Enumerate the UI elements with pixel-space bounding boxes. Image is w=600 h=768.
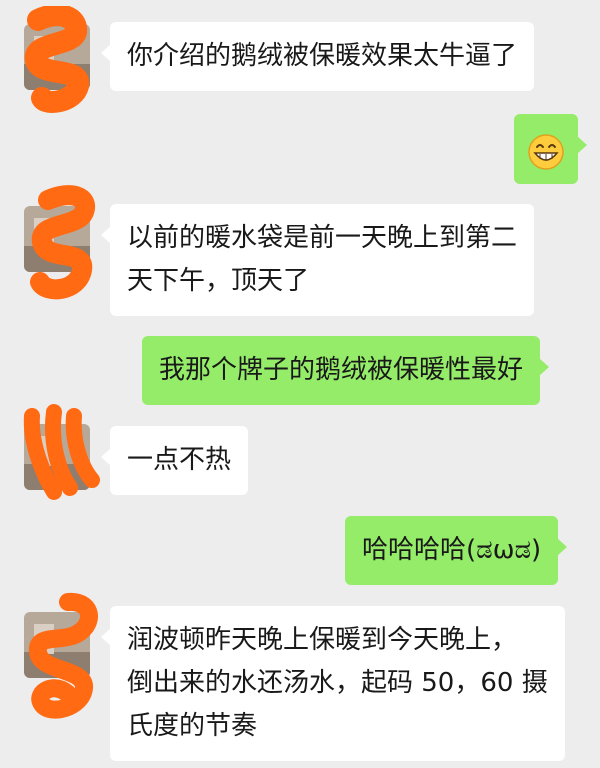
- message-bubble-outgoing[interactable]: [514, 114, 587, 184]
- message-text: 天下午，顶天了: [127, 266, 310, 296]
- message-text: 以前的暖水袋是前一天晚上到第二: [127, 223, 518, 253]
- message-text: 你介绍的鹅绒被保暖效果太牛逼了: [127, 41, 518, 71]
- message-text: 氏度的节奏: [127, 711, 258, 741]
- grinning-face-icon: [527, 133, 565, 171]
- message-text: 我那个牌子的鹅绒被保暖性最好: [159, 355, 524, 385]
- contact-avatar[interactable]: [24, 424, 90, 490]
- message-bubble-incoming[interactable]: 一点不热: [100, 426, 249, 495]
- contact-avatar[interactable]: [24, 612, 90, 678]
- message-text: 倒出来的水还汤水，起码 50，60 摄: [127, 668, 548, 698]
- chat-window: 你介绍的鹅绒被保暖效果太牛逼了 以前的暖水袋是前一天晚上到第二 天下午，顶天了 …: [0, 0, 600, 768]
- contact-avatar[interactable]: [24, 24, 90, 90]
- message-text: 一点不热: [127, 445, 232, 475]
- message-bubble-incoming[interactable]: 以前的暖水袋是前一天晚上到第二 天下午，顶天了: [100, 204, 535, 316]
- message-text: 哈哈哈哈(ಡωಡ): [362, 535, 542, 565]
- message-bubble-outgoing[interactable]: 哈哈哈哈(ಡωಡ): [345, 516, 568, 585]
- message-bubble-outgoing[interactable]: 我那个牌子的鹅绒被保暖性最好: [142, 336, 550, 405]
- message-bubble-incoming[interactable]: 润波顿昨天晚上保暖到今天晚上， 倒出来的水还汤水，起码 50，60 摄 氏度的节…: [101, 606, 565, 761]
- contact-avatar[interactable]: [24, 206, 90, 272]
- message-text: 润波顿昨天晚上保暖到今天晚上，: [127, 625, 518, 655]
- message-bubble-incoming[interactable]: 你介绍的鹅绒被保暖效果太牛逼了: [100, 22, 535, 91]
